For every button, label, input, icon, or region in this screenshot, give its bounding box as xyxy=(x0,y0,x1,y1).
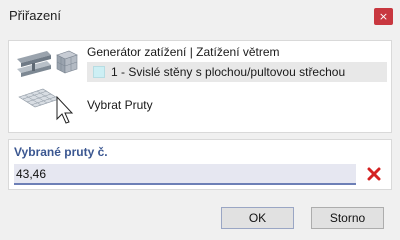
selection-panel: Vybrané pruty č. xyxy=(8,139,392,190)
title-bar: Přiřazení × xyxy=(0,0,400,32)
selected-members-label: Vybrané pruty č. xyxy=(14,145,108,159)
load-item-row[interactable]: 1 - Svislé stěny s plochou/pultovou stře… xyxy=(87,62,387,82)
ok-button[interactable]: OK xyxy=(221,207,294,229)
generator-title: Generátor zatížení | Zatížení větrem xyxy=(87,45,280,59)
wind-load-generator-icon xyxy=(13,45,79,129)
load-item-label: 1 - Svislé stěny s plochou/pultovou stře… xyxy=(111,65,346,79)
cancel-button[interactable]: Storno xyxy=(311,207,384,229)
selected-members-input[interactable] xyxy=(14,164,356,185)
color-swatch xyxy=(93,66,105,78)
clear-selection-button[interactable] xyxy=(364,164,384,184)
generator-panel: Generátor zatížení | Zatížení větrem 1 -… xyxy=(8,40,392,133)
select-members-label: Vybrat Pruty xyxy=(87,98,153,112)
window-title: Přiřazení xyxy=(9,8,62,23)
close-icon: × xyxy=(378,10,389,23)
red-x-icon xyxy=(367,167,381,181)
close-button[interactable]: × xyxy=(374,8,393,25)
